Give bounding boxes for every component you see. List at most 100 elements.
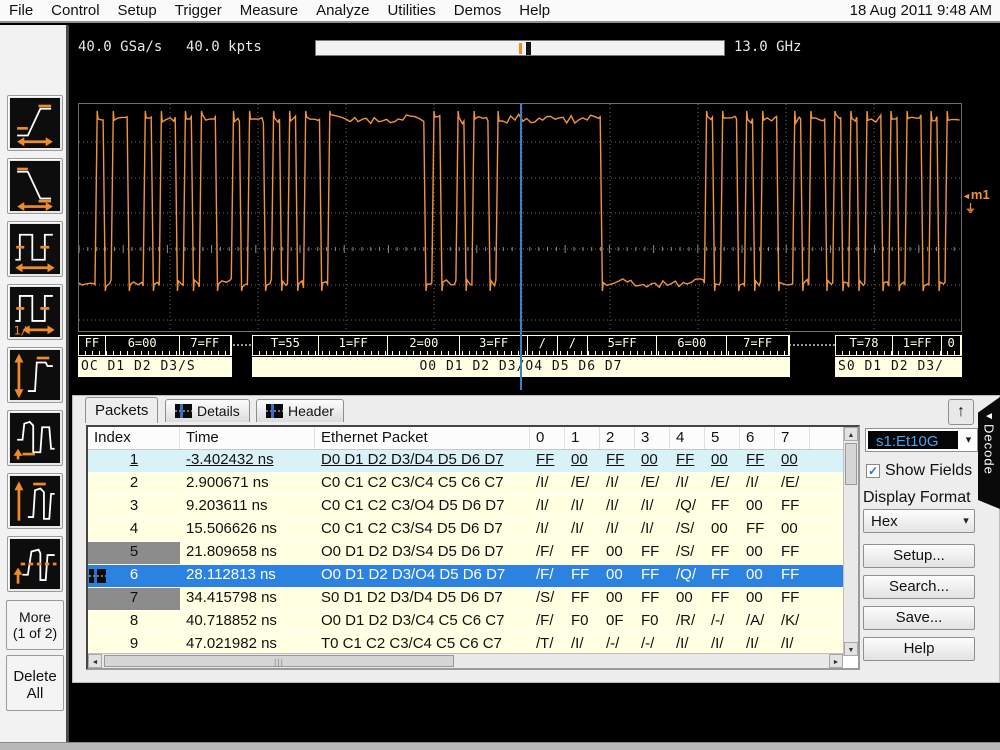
cell-index: 1 [130,451,138,468]
measure-maximum-button[interactable] [7,473,63,529]
scroll-up-button[interactable]: ▲ [844,427,858,441]
delete-all-button[interactable]: Delete All [6,655,64,711]
vertical-scroll-thumb[interactable] [845,443,857,485]
cell-time: 15.506626 ns [180,519,315,541]
cell-byte-3: F0 [635,611,670,633]
cell-byte-1: FF [565,542,600,564]
packets-table-body: 1-3.402432 nsD0 D1 D2 D3/D4 D5 D6 D7FF00… [88,450,858,657]
help-button[interactable]: Help [863,637,975,661]
more-measurements-button[interactable]: More (1 of 2) [6,600,64,650]
cell-byte-0: /I/ [530,496,565,518]
menu-file[interactable]: File [0,0,42,21]
tab-details-label: Details [197,403,240,419]
cell-byte-5: 00 [705,450,740,472]
packet-row-8[interactable]: 840.718852 nsO0 D1 D2 D3/C4 C5 C6 C7/F/F… [88,611,858,634]
scroll-down-button[interactable]: ▼ [844,642,858,656]
maximum-icon [10,476,60,526]
measure-average-button[interactable] [7,536,63,592]
slider-grip[interactable] [526,42,531,55]
cell-byte-2: 00 [600,588,635,610]
waveform-mini-icon [175,404,192,418]
cell-index-container: 2 [88,473,180,495]
menu-analyze[interactable]: Analyze [307,0,378,21]
measure-minimum-button[interactable] [7,410,63,466]
measure-period-button[interactable] [7,221,63,277]
cell-packet: D0 D1 D2 D3/D4 D5 D6 D7 [315,450,530,472]
horizontal-position-slider[interactable] [315,40,725,56]
period-icon [10,224,60,274]
menu-measure[interactable]: Measure [231,0,307,21]
cell-index: 7 [130,589,138,606]
cell-byte-0: /F/ [530,611,565,633]
cell-byte-6: FF [740,519,775,541]
cell-byte-1: /I/ [565,496,600,518]
cell-byte-2: /I/ [600,519,635,541]
cell-byte-3: /I/ [635,519,670,541]
scroll-left-button[interactable]: ◄ [88,654,102,668]
cell-time: 9.203611 ns [180,496,315,518]
scroll-right-icon: ► [833,659,840,666]
packet-row-3[interactable]: 39.203611 nsC0 C1 C2 C3/O4 D5 D6 D7/I//I… [88,496,858,519]
save-button[interactable]: Save... [863,606,975,630]
cell-byte-3: FF [635,588,670,610]
packet-row-4[interactable]: 415.506626 nsC0 C1 C2 C3/S4 D5 D6 D7/I//… [88,519,858,542]
packet-row-5[interactable]: 521.809658 nsO0 D1 D2 D3/S4 D5 D6 D7/F/F… [88,542,858,565]
horizontal-scrollbar[interactable]: ◄ ||| ► [88,653,843,668]
packet-row-6[interactable]: 628.112813 nsO0 D1 D2 D3/O4 D5 D6 D7/F/F… [88,565,858,588]
show-fields-checkbox[interactable]: ✓ [866,464,880,478]
peak-peak-icon [10,350,60,400]
measure-rise-time-button[interactable] [7,95,63,151]
cell-byte-4: /S/ [670,542,705,564]
packet-row-7[interactable]: 734.415798 nsS0 D1 D2 D3/D4 D5 D6 D7/S/F… [88,588,858,611]
marker-m1[interactable]: ◄m1 ⏚ [962,188,990,216]
decode-field-boxes: FF6=007=FF [78,335,232,356]
measure-frequency-button[interactable]: 1/ [7,284,63,340]
cell-byte-4: /S/ [670,519,705,541]
tab-details[interactable]: Details [165,399,250,422]
cell-index-container: 8 [88,611,180,633]
scroll-right-button[interactable]: ► [829,654,843,668]
time-cursor[interactable] [520,104,522,390]
ground-icon: ⏚ [962,203,990,216]
decode-source-value: s1:Et10G [868,431,958,449]
dropdown-arrow-icon[interactable]: ▾ [958,510,974,532]
cell-byte-6: 00 [740,588,775,610]
cell-byte-4: 00 [670,588,705,610]
tab-header[interactable]: Header [256,399,344,422]
cell-byte-0: /F/ [530,542,565,564]
vertical-scrollbar[interactable]: ▲ ▼ [843,427,858,656]
display-format-label: Display Format [863,489,971,507]
horizontal-scroll-thumb[interactable]: ||| [104,655,454,667]
collapse-panel-button[interactable]: ↑ [948,399,974,425]
menu-demos[interactable]: Demos [445,0,511,21]
decode-source-select[interactable]: s1:Et10G ▾ [865,428,978,452]
decode-ruler-ticks [836,351,961,355]
cell-byte-5: FF [705,588,740,610]
cell-byte-7: 00 [775,450,810,472]
menu-control[interactable]: Control [42,0,108,21]
search-button[interactable]: Search... [863,575,975,599]
cell-byte-6: /I/ [740,473,775,495]
menu-help[interactable]: Help [510,0,559,21]
cell-packet: O0 D1 D2 D3/O4 D5 D6 D7 [315,565,530,587]
menu-trigger[interactable]: Trigger [166,0,231,21]
menu-utilities[interactable]: Utilities [378,0,444,21]
packet-row-2[interactable]: 22.900671 nsC0 C1 C2 C3/C4 C5 C6 C7/I//E… [88,473,858,496]
dropdown-arrow-icon[interactable]: ▾ [960,429,977,451]
cell-byte-4: /I/ [670,473,705,495]
display-format-select[interactable]: Hex ▾ [863,509,975,533]
setup-button[interactable]: Setup... [863,544,975,568]
cell-byte-0: /S/ [530,588,565,610]
cell-byte-4: /Q/ [670,496,705,518]
cell-byte-7: 00 [775,519,810,541]
decode-packet-label: S0 D1 D2 D3/ [835,357,962,377]
packet-row-1[interactable]: 1-3.402432 nsD0 D1 D2 D3/D4 D5 D6 D7FF00… [88,450,858,473]
tab-packets[interactable]: Packets [85,397,158,423]
decode-side-tab[interactable]: ◄ Decode [978,397,1000,509]
cell-byte-1: /E/ [565,473,600,495]
menu-setup[interactable]: Setup [109,0,166,21]
measure-fall-time-button[interactable] [7,158,63,214]
tab-packets-label: Packets [95,402,148,419]
measure-peak-peak-button[interactable] [7,347,63,403]
bottom-spacer [72,684,1000,742]
